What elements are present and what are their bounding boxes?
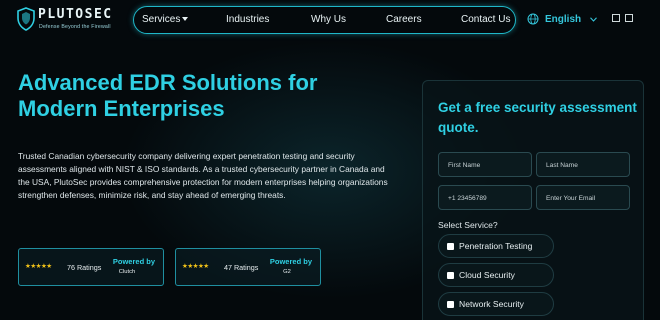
brand-tagline: Defense Beyond the Firewall	[39, 24, 111, 30]
select-service-label: Select Service?	[438, 220, 498, 230]
form-title: Get a free security assessment quote.	[438, 100, 637, 135]
service-option-cloud-security[interactable]: Cloud Security	[438, 263, 554, 287]
clutch-rating-card[interactable]: ★★★★★ 76 Ratings Powered by Clutch	[18, 248, 164, 286]
rating-source: Clutch	[118, 269, 136, 275]
email-field[interactable]: Enter Your Email	[536, 185, 630, 210]
globe-icon	[527, 13, 539, 25]
site-header: PLUTOSEC Defense Beyond the Firewall Ser…	[0, 0, 660, 38]
g2-rating-card[interactable]: ★★★★★ 47 Ratings Powered by G2	[175, 248, 321, 286]
checkbox[interactable]	[447, 272, 454, 279]
checkbox[interactable]	[447, 301, 454, 308]
language-label: English	[545, 13, 582, 25]
caret-down-icon	[182, 17, 189, 21]
hero-description: Trusted Canadian cybersecurity company d…	[18, 151, 388, 200]
service-label: Cloud Security	[459, 270, 515, 280]
service-label: Penetration Testing	[459, 241, 533, 251]
shield-icon	[17, 7, 35, 31]
nav-item-why-us[interactable]: Why Us	[311, 14, 346, 25]
hero-title: Advanced EDR Solutions for Modern Enterp…	[18, 70, 318, 121]
last-name-field[interactable]: Last Name	[536, 152, 630, 177]
square-icon[interactable]	[625, 14, 633, 22]
checkbox[interactable]	[447, 243, 454, 250]
rating-count: 76 Ratings	[67, 263, 102, 272]
first-name-field[interactable]: First Name	[438, 152, 532, 177]
nav-item-careers[interactable]: Careers	[386, 14, 422, 25]
language-selector[interactable]: English	[527, 12, 598, 26]
service-option-penetration-testing[interactable]: Penetration Testing	[438, 234, 554, 258]
rating-source: G2	[283, 269, 291, 275]
phone-field[interactable]: +1 23456789	[438, 185, 532, 210]
service-label: Network Security	[459, 299, 524, 309]
brand-logo[interactable]: PLUTOSEC Defense Beyond the Firewall	[16, 6, 126, 34]
nav-item-industries[interactable]: Industries	[226, 14, 269, 25]
nav-item-label: Services	[142, 14, 181, 25]
rating-count: 47 Ratings	[224, 263, 259, 272]
nav-item-contact-us[interactable]: Contact Us	[461, 14, 510, 25]
star-rating-icon: ★★★★★	[182, 263, 209, 270]
square-icon[interactable]	[612, 14, 620, 22]
brand-name: PLUTOSEC	[38, 7, 113, 22]
main-nav: Services Industries Why Us Careers Conta…	[133, 6, 516, 34]
chevron-down-icon	[590, 16, 598, 22]
star-rating-icon: ★★★★★	[25, 263, 52, 270]
powered-by-label: Powered by	[112, 257, 155, 266]
powered-by-label: Powered by	[269, 257, 312, 266]
nav-item-services[interactable]: Services	[142, 14, 189, 25]
service-option-network-security[interactable]: Network Security	[438, 292, 554, 316]
